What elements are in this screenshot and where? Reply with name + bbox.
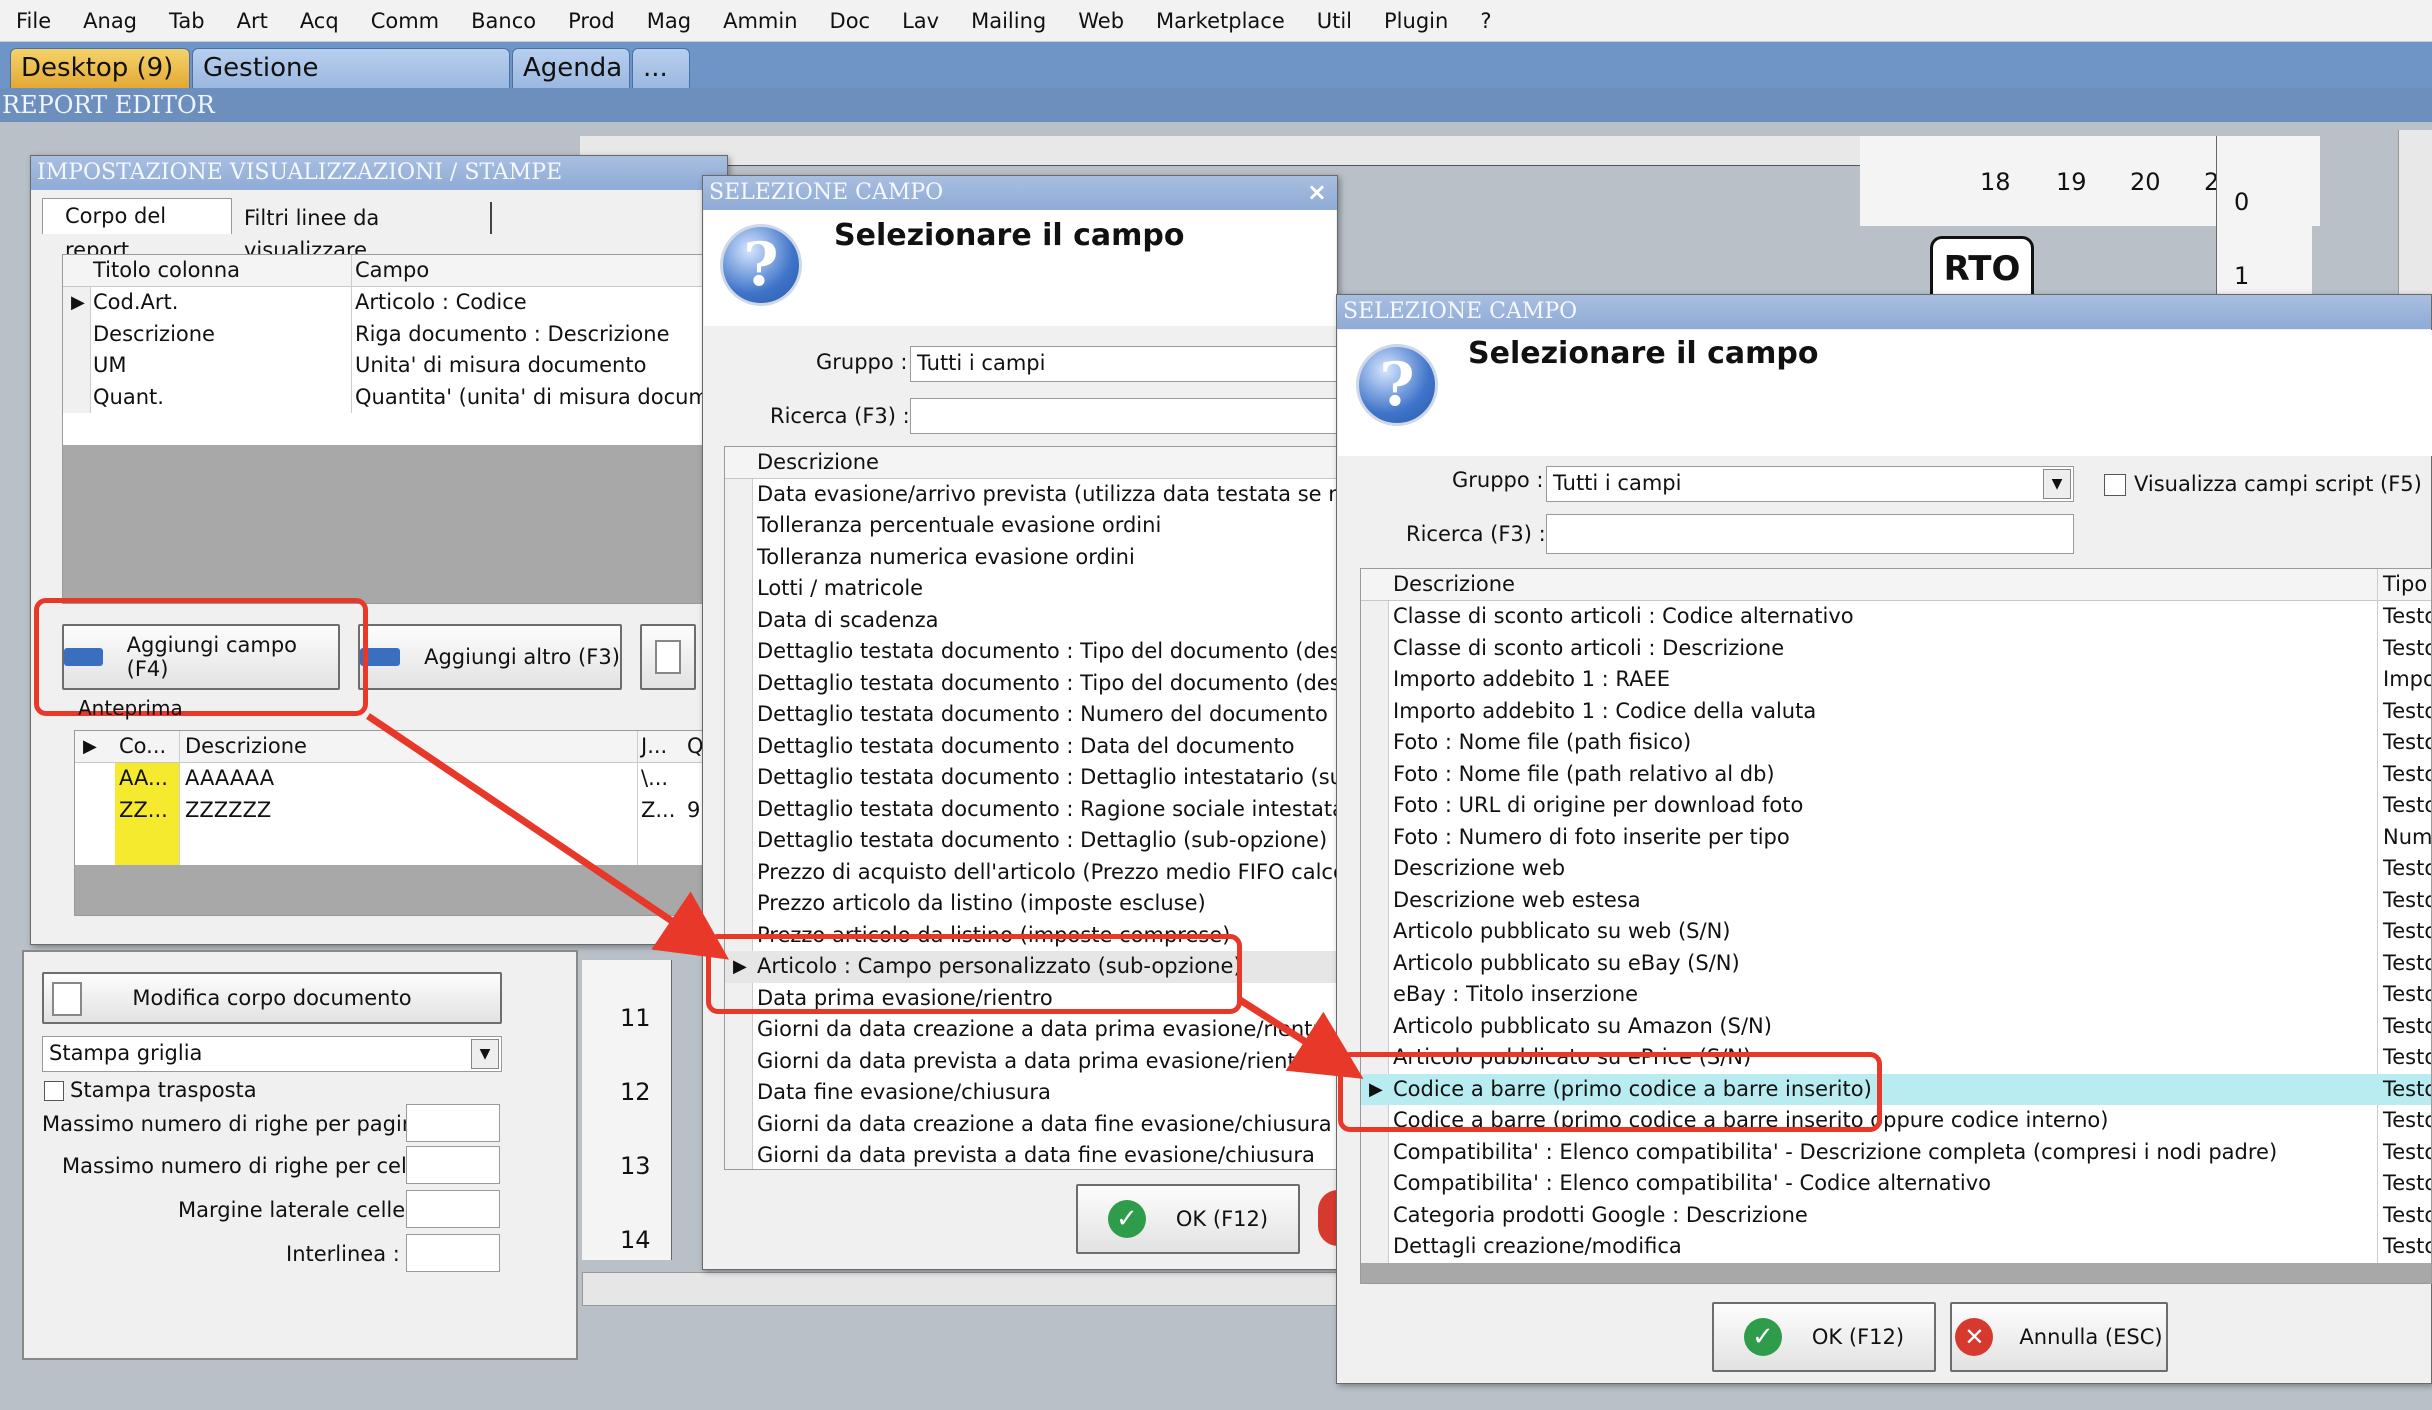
arrow-to-custom-field bbox=[366, 713, 730, 960]
arrow-to-barcode-field bbox=[1238, 997, 1364, 1079]
annotation-arrows bbox=[366, 713, 1364, 1079]
